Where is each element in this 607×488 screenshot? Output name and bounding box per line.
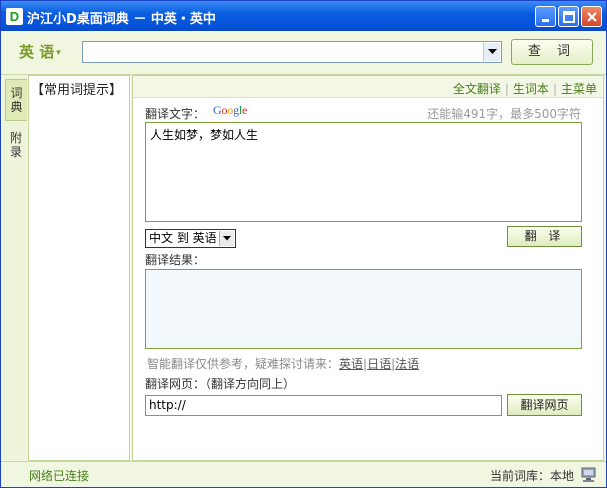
common-words-panel: 【常用词提示】 [28, 75, 130, 461]
network-status: 网络已连接 [29, 469, 90, 483]
monitor-icon[interactable] [580, 466, 598, 484]
tab-appendix-label: 附录 [10, 131, 23, 159]
direction-select[interactable]: 中文 到 英语 [145, 229, 236, 248]
minimize-icon [542, 19, 549, 22]
translate-button[interactable]: 翻 译 [507, 226, 582, 247]
maximize-icon [563, 11, 575, 23]
tab-appendix[interactable]: 附录 [5, 127, 27, 167]
app-logo-icon: D [6, 8, 23, 25]
search-bar: 英 语 ▾ 查 词 [1, 31, 606, 75]
status-bar: 网络已连接 当前词库：本地 [1, 461, 606, 487]
direction-value: 中文 到 英语 [149, 231, 217, 245]
full-translate-link[interactable]: 全文翻译 [453, 82, 501, 96]
source-textarea[interactable]: 人生如梦，梦如人生 [145, 122, 582, 222]
dropdown-arrow-icon [488, 49, 497, 54]
minimize-button[interactable] [535, 6, 556, 27]
language-label: 英 语 [19, 43, 55, 61]
french-forum-link[interactable]: 法语 [395, 357, 419, 371]
chevron-down-icon: ▾ [56, 48, 61, 58]
direction-dropdown[interactable] [219, 231, 234, 246]
wordbook-link[interactable]: 生词本 [513, 82, 549, 96]
current-dictionary: 当前词库：本地 [489, 469, 574, 483]
result-textarea[interactable] [145, 269, 582, 349]
close-button[interactable] [581, 6, 602, 27]
search-history-dropdown[interactable] [483, 43, 500, 61]
dropdown-arrow-icon [223, 236, 231, 241]
translation-panel: 全文翻译 | 生词本 | 主菜单 翻译文字： Google 还能输491字，最多500字… [132, 75, 604, 461]
title-bar[interactable]: D 沪江小D桌面词典 － 中英・英中 [1, 1, 606, 31]
app-window: D 沪江小D桌面词典 － 中英・英中 英 语 ▾ 查 词 词典 附录 【常用词提示… [0, 0, 607, 488]
url-input[interactable]: http:// [145, 395, 502, 416]
translate-webpage-button[interactable]: 翻译网页 [507, 394, 582, 416]
source-label: 翻译文字： [145, 107, 206, 121]
japanese-forum-link[interactable]: 日语 [367, 357, 391, 371]
lookup-button[interactable]: 查 词 [511, 39, 593, 65]
google-logo: Google [213, 103, 248, 117]
char-count: 还能输491字，最多500字符 [427, 107, 581, 121]
english-forum-link[interactable]: 英语 [339, 357, 363, 371]
close-icon [587, 12, 597, 22]
side-tabs: 词典 附录 [3, 75, 27, 461]
divider: | [552, 82, 557, 96]
search-input[interactable] [82, 41, 502, 63]
main-menu-link[interactable]: 主菜单 [561, 82, 597, 96]
tab-dictionary-label: 词典 [10, 86, 23, 114]
top-nav: 全文翻译 | 生词本 | 主菜单 [133, 76, 603, 98]
webpage-label: 翻译网页：（翻译方向同上） [145, 377, 296, 391]
tab-dictionary[interactable]: 词典 [5, 79, 27, 121]
common-words-title: 【常用词提示】 [31, 83, 123, 98]
divider: | [504, 82, 509, 96]
maximize-button[interactable] [558, 6, 579, 27]
hint-text: 智能翻译仅供参考，疑难探讨请来：英语|日语|法语 [147, 355, 419, 372]
language-selector[interactable]: 英 语 ▾ [19, 41, 61, 62]
window-title: 沪江小D桌面词典 － 中英・英中 [27, 12, 216, 27]
result-label: 翻译结果： [145, 253, 206, 267]
hint-prefix: 智能翻译仅供参考，疑难探讨请来： [147, 357, 340, 371]
